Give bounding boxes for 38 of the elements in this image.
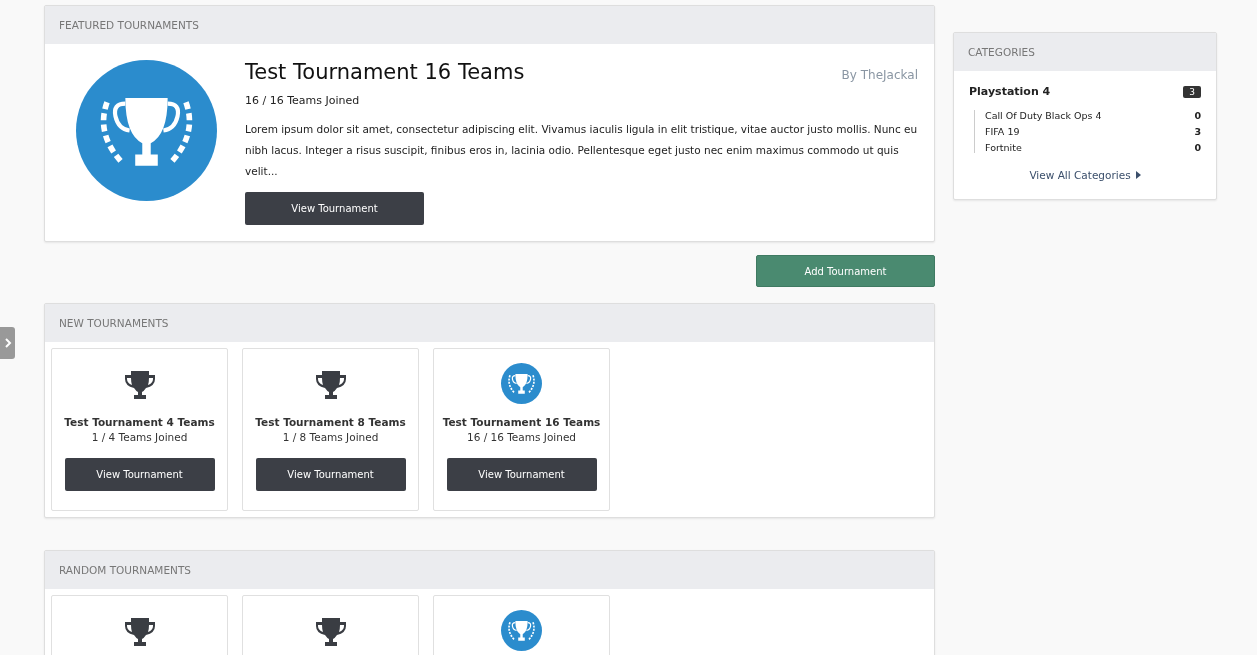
add-tournament-button[interactable]: Add Tournament (756, 255, 935, 287)
tournament-title: Test Tournament 4 Teams (64, 416, 215, 428)
subcategory-link[interactable]: FIFA 19 (985, 126, 1020, 137)
tournament-title: Test Tournament 16 Teams (245, 60, 525, 84)
trophy-icon (122, 369, 157, 401)
view-tournament-button[interactable]: View Tournament (64, 458, 215, 491)
panel-heading: NEW TOURNAMENTS (59, 317, 169, 329)
view-tournament-button[interactable]: View Tournament (446, 458, 597, 491)
trophy-icon (313, 369, 348, 401)
view-tournament-button[interactable]: View Tournament (245, 192, 424, 225)
panel-heading: RANDOM TOURNAMENTS (59, 564, 191, 576)
count-badge: 3 (1183, 85, 1201, 98)
subcategory-count: 0 (1194, 110, 1201, 121)
teams-joined-text: 1 / 4 Teams Joined (91, 431, 188, 443)
panel-heading: CATEGORIES (968, 46, 1035, 58)
description-text: Lorem ipsum dolor sit amet, consectetur adipiscing elit. Vivamus iaculis ligula in elit tristique, vitae auctor justo mollis. Nunc eu nibh lacus. Integer a risus suscipit, finibus eros in, lacinia odio. Pellentesque eget justo nec enim maximus commodo ut quis velit... (245, 122, 918, 179)
trophy-logo-icon (501, 363, 542, 404)
subcategory-count: 0 (1194, 142, 1201, 153)
teams-joined-text: 16 / 16 Teams Joined (245, 94, 361, 107)
subcategory-link[interactable]: Call Of Duty Black Ops 4 (985, 110, 1102, 121)
panel-heading: FEATURED TOURNAMENTS (59, 19, 199, 31)
caret-right-icon (1135, 171, 1141, 179)
trophy-logo-icon (501, 610, 542, 651)
tournament-title: Test Tournament 8 Teams (255, 416, 406, 428)
sidebar-toggle-button[interactable] (0, 327, 15, 359)
author-label: By TheJackal (841, 68, 918, 82)
trophy-logo-icon (76, 60, 217, 201)
teams-joined-text: 1 / 8 Teams Joined (282, 431, 379, 443)
category-name: Playstation 4 (969, 85, 1051, 98)
view-tournament-button[interactable]: View Tournament (255, 458, 406, 491)
view-all-categories-link[interactable]: View All Categories (1029, 169, 1141, 181)
trophy-icon (122, 616, 157, 648)
subcategory-count: 3 (1194, 126, 1201, 137)
teams-joined-text: 16 / 16 Teams Joined (466, 431, 577, 443)
tournament-title: Test Tournament 16 Teams (442, 416, 601, 428)
chevron-right-icon (3, 338, 12, 348)
subcategory-link[interactable]: Fortnite (985, 142, 1022, 153)
trophy-icon (313, 616, 348, 648)
